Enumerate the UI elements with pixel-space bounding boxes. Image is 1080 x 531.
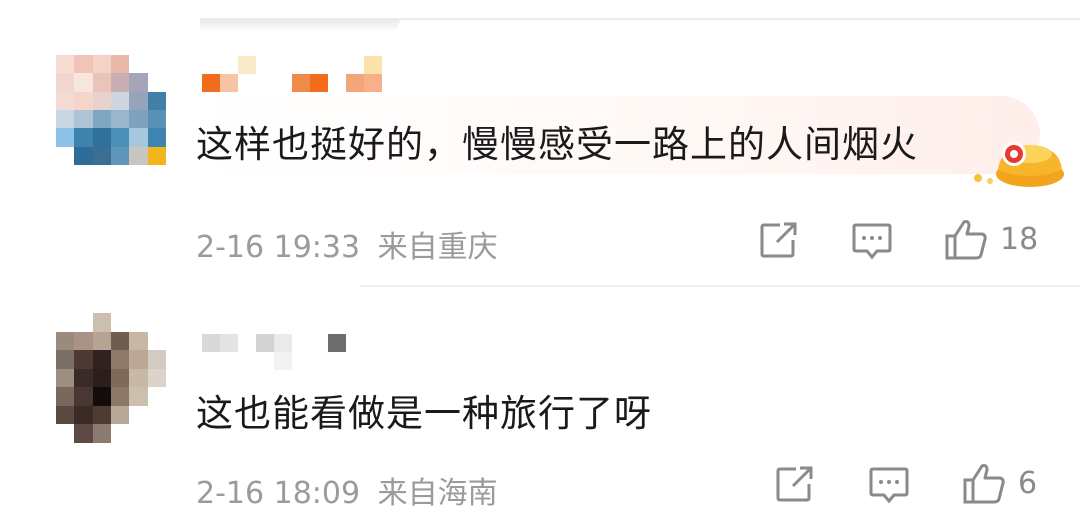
comment-button[interactable] (869, 466, 909, 504)
share-button[interactable] (776, 466, 814, 502)
avatar[interactable] (56, 313, 166, 443)
comment-location: 来自海南 (377, 476, 498, 511)
username-mosaic-row (202, 352, 310, 374)
like-button[interactable]: 6 (962, 462, 1037, 504)
comment-icon (869, 467, 909, 504)
thumbs-up-icon (963, 464, 1005, 504)
comment-item: 这也能看做是一种旅行了呀 2-16 18:09 来自海南 6 (0, 0, 1080, 531)
like-count: 6 (1018, 465, 1038, 501)
comment-date: 2-16 18:09 (196, 476, 361, 511)
comment-text: 这也能看做是一种旅行了呀 (196, 392, 652, 435)
comment-meta: 2-16 18:09 来自海南 (196, 468, 498, 512)
share-icon (776, 466, 813, 502)
